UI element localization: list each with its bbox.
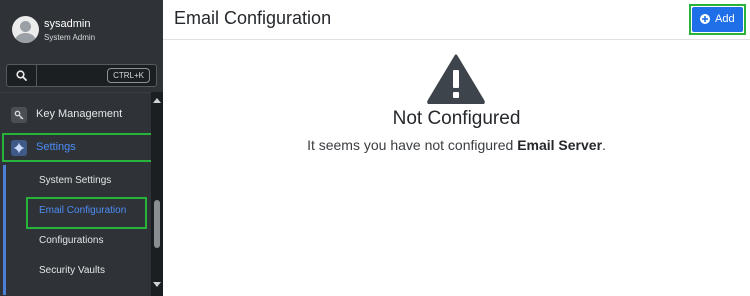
- divider: [0, 92, 151, 93]
- settings-highlight: [2, 133, 158, 162]
- avatar: [12, 16, 39, 43]
- submenu-indicator: [3, 165, 6, 295]
- warning-icon: [427, 54, 485, 104]
- main-content: Email Configuration Add Not Configured I…: [163, 0, 750, 296]
- message-bold-text: Email Server: [517, 137, 603, 153]
- user-role: System Admin: [44, 33, 96, 42]
- user-profile[interactable]: sysadmin System Admin: [0, 0, 163, 58]
- page-title: Email Configuration: [174, 8, 332, 28]
- scroll-up-arrow-icon[interactable]: [153, 98, 161, 103]
- submenu-item-system-settings[interactable]: System Settings: [39, 175, 111, 186]
- add-button-label: Add: [715, 13, 735, 25]
- scroll-down-arrow-icon[interactable]: [153, 282, 161, 287]
- user-name: sysadmin: [44, 18, 91, 30]
- message-suffix: .: [602, 137, 606, 153]
- submenu-item-security-vaults[interactable]: Security Vaults: [39, 265, 105, 276]
- page-header: Email Configuration Add: [163, 0, 750, 40]
- add-button[interactable]: Add: [692, 7, 743, 32]
- plus-circle-icon: [700, 14, 710, 24]
- scrollbar-thumb[interactable]: [154, 200, 160, 248]
- sidebar: sysadmin System Admin CTRL+K Key Managem…: [0, 0, 163, 296]
- message-text: It seems you have not configured: [307, 137, 518, 153]
- key-icon: [11, 107, 27, 123]
- sidebar-item-key-management[interactable]: Key Management: [0, 100, 151, 130]
- search-shortcut: CTRL+K: [107, 68, 150, 83]
- sidebar-item-label: Key Management: [36, 108, 123, 120]
- submenu-item-configurations[interactable]: Configurations: [39, 235, 103, 246]
- email-configuration-highlight: [26, 197, 147, 229]
- search-icon[interactable]: [7, 65, 37, 86]
- search-box[interactable]: CTRL+K: [6, 64, 157, 87]
- sidebar-scrollbar[interactable]: [151, 92, 163, 296]
- empty-state-title: Not Configured: [392, 108, 521, 129]
- empty-state-message: It seems you have not configured Email S…: [163, 137, 750, 153]
